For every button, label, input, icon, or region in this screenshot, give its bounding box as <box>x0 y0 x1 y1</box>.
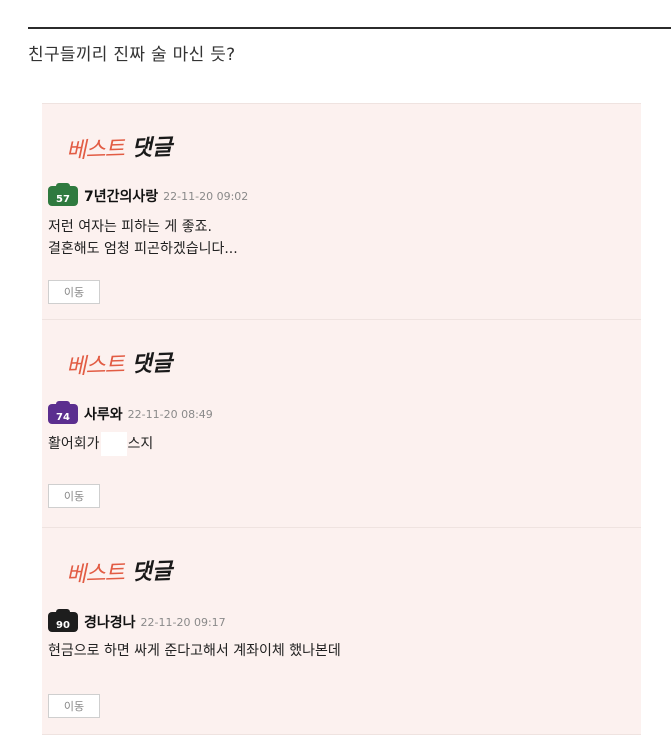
comment-text: 저런 여자는 피하는 게 좋죠. 결혼해도 엄청 피곤하겠습니다... <box>48 216 238 260</box>
comment-line: 결혼해도 엄청 피곤하겠습니다... <box>48 241 238 257</box>
best-comment-badge: 베스트 댓글 <box>65 344 173 382</box>
comment-meta: 90 경나경나 22-11-20 09:17 <box>48 609 226 632</box>
redacted-mask <box>100 432 127 456</box>
best-comment-badge: 베스트 댓글 <box>65 552 173 590</box>
post-title: 친구들끼리 진짜 술 마신 듯? <box>28 45 236 65</box>
level-icon: 90 <box>48 609 78 632</box>
comment-date: 22-11-20 09:02 <box>163 189 249 203</box>
badge-word-best: 베스트 <box>65 352 125 380</box>
comment-text-before: 활어회가 <box>48 436 100 452</box>
comment-line: 현금으로 하면 싸게 준다고해서 계좌이체 했나본데 <box>48 643 341 659</box>
comment-author[interactable]: 경나경나 <box>84 612 136 632</box>
badge-word-comment: 댓글 <box>131 559 173 586</box>
badge-word-comment: 댓글 <box>131 351 173 378</box>
comment-line: 저런 여자는 피하는 게 좋죠. <box>48 219 212 235</box>
badge-word-best: 베스트 <box>65 136 125 164</box>
comment-text-after: 스지 <box>127 436 154 452</box>
best-comments-list: 베스트 댓글 57 7년간의사랑 22-11-20 09:02 저런 여자는 피… <box>42 103 641 735</box>
move-button[interactable]: 이동 <box>48 280 100 304</box>
comment-text: 활어회가 스지 <box>48 432 153 456</box>
badge-word-best: 베스트 <box>65 560 125 588</box>
best-comment-card: 베스트 댓글 90 경나경나 22-11-20 09:17 현금으로 하면 싸게… <box>42 527 641 735</box>
top-divider <box>28 27 671 29</box>
comment-date: 22-11-20 09:17 <box>140 615 226 629</box>
best-comment-card: 베스트 댓글 74 사루와 22-11-20 08:49 활어회가 스지 이동 <box>42 319 641 527</box>
move-button[interactable]: 이동 <box>48 484 100 508</box>
comment-author[interactable]: 7년간의사랑 <box>84 186 158 206</box>
comment-text: 현금으로 하면 싸게 준다고해서 계좌이체 했나본데 <box>48 640 341 662</box>
comment-author[interactable]: 사루와 <box>84 404 123 424</box>
level-icon: 57 <box>48 183 78 206</box>
comment-meta: 74 사루와 22-11-20 08:49 <box>48 401 213 424</box>
best-comment-badge: 베스트 댓글 <box>65 128 173 166</box>
comment-meta: 57 7년간의사랑 22-11-20 09:02 <box>48 183 249 206</box>
move-button[interactable]: 이동 <box>48 694 100 718</box>
level-icon: 74 <box>48 401 78 424</box>
best-comment-card: 베스트 댓글 57 7년간의사랑 22-11-20 09:02 저런 여자는 피… <box>42 103 641 319</box>
badge-word-comment: 댓글 <box>131 135 173 162</box>
comment-date: 22-11-20 08:49 <box>127 407 213 421</box>
